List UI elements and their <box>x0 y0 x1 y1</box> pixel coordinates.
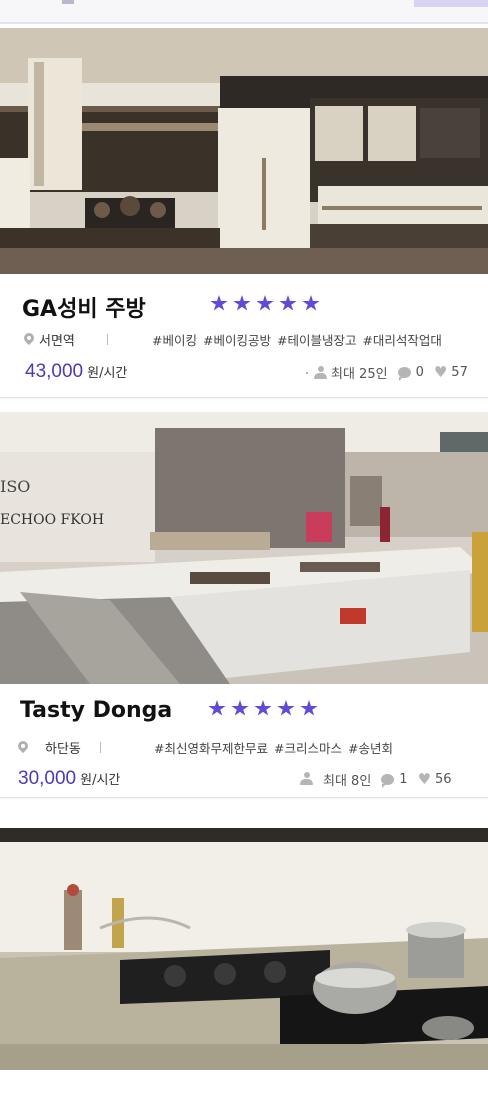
price-unit: 원/시간 <box>80 773 121 788</box>
kitchen-photo-3 <box>0 828 488 1070</box>
like-count-group[interactable]: ♥ 57 <box>433 363 468 381</box>
listing-title[interactable]: GA성비 주방 <box>22 291 146 323</box>
like-count-group[interactable]: ♥ 56 <box>417 770 452 788</box>
listing-info: Tasty Donga 하단동 #최신영화무제한무료 #크리스마스 #송년회 3… <box>0 684 488 798</box>
heart-icon: ♥ <box>433 363 448 381</box>
listing-photo[interactable] <box>0 828 488 1070</box>
listing-info <box>0 1070 488 1114</box>
person-icon <box>300 772 315 787</box>
dot <box>306 371 308 374</box>
location: 서면역 <box>24 330 75 349</box>
capacity: 최대 25인 <box>331 367 388 382</box>
listing-stats: 최대 8인 1 ♥ 56 <box>300 770 452 789</box>
divider <box>107 334 108 345</box>
top-bar-accent <box>414 0 488 7</box>
divider <box>100 742 101 753</box>
top-bar-mark <box>62 0 74 4</box>
star-icon <box>231 700 249 716</box>
tag[interactable]: #테이블냉장고 <box>277 330 356 349</box>
listing-photo[interactable] <box>0 28 488 274</box>
star-icon <box>233 295 251 311</box>
chat-bubble-icon <box>397 367 411 381</box>
top-bar <box>0 0 488 24</box>
price-unit: 원/시간 <box>87 366 128 381</box>
star-icon <box>279 295 297 311</box>
tag[interactable]: #최신영화무제한무료 <box>154 738 268 757</box>
listing-stats: 최대 25인 0 ♥ 57 <box>306 363 468 382</box>
comment-count-group[interactable]: 1 <box>381 772 408 788</box>
tag[interactable]: #크리스마스 <box>274 738 342 757</box>
person-icon <box>314 366 327 379</box>
heart-icon: ♥ <box>417 770 432 788</box>
tag[interactable]: #베이킹공방 <box>203 330 271 349</box>
comment-count: 0 <box>415 365 424 380</box>
kitchen-photo-1 <box>0 28 488 274</box>
svg-text:ECHOO FKOH: ECHOO FKOH <box>0 512 104 528</box>
listing-photo[interactable]: ISO ECHOO FKOH <box>0 412 488 684</box>
like-count: 56 <box>435 772 452 787</box>
star-icon <box>210 295 228 311</box>
star-icon <box>254 700 272 716</box>
location-label: 서면역 <box>39 334 75 349</box>
comment-count-group[interactable]: 0 <box>397 365 424 381</box>
rating-stars <box>210 295 320 312</box>
chat-bubble-icon <box>381 774 395 788</box>
listing-info: GA성비 주방 서면역 #베이킹 #베이킹공방 #테이블냉장고 #대리석작업대 … <box>0 274 488 398</box>
comment-count: 1 <box>399 772 408 787</box>
rating-stars <box>208 700 318 717</box>
price: 30,000 원/시간 <box>18 768 120 790</box>
location-pin-icon <box>24 333 34 347</box>
svg-text:ISO: ISO <box>0 477 30 496</box>
price-value: 30,000 <box>18 768 77 789</box>
tag[interactable]: #송년회 <box>348 738 393 757</box>
location: 하단동 <box>18 738 81 757</box>
star-icon <box>302 295 320 311</box>
capacity: 최대 8인 <box>323 774 372 789</box>
kitchen-photo-2: ISO ECHOO FKOH <box>0 412 488 684</box>
location-pin-icon <box>18 741 28 755</box>
tag-list: #베이킹 #베이킹공방 #테이블냉장고 #대리석작업대 <box>152 330 482 349</box>
price: 43,000 원/시간 <box>25 361 127 383</box>
price-value: 43,000 <box>25 361 84 382</box>
star-icon <box>208 700 226 716</box>
like-count: 57 <box>451 365 468 380</box>
tag-list: #최신영화무제한무료 #크리스마스 #송년회 <box>154 738 424 757</box>
listing-title[interactable]: Tasty Donga <box>20 698 172 723</box>
location-label: 하단동 <box>45 742 81 757</box>
star-icon <box>256 295 274 311</box>
tag[interactable]: #베이킹 <box>152 330 197 349</box>
star-icon <box>300 700 318 716</box>
star-icon <box>277 700 295 716</box>
tag[interactable]: #대리석작업대 <box>362 330 441 349</box>
